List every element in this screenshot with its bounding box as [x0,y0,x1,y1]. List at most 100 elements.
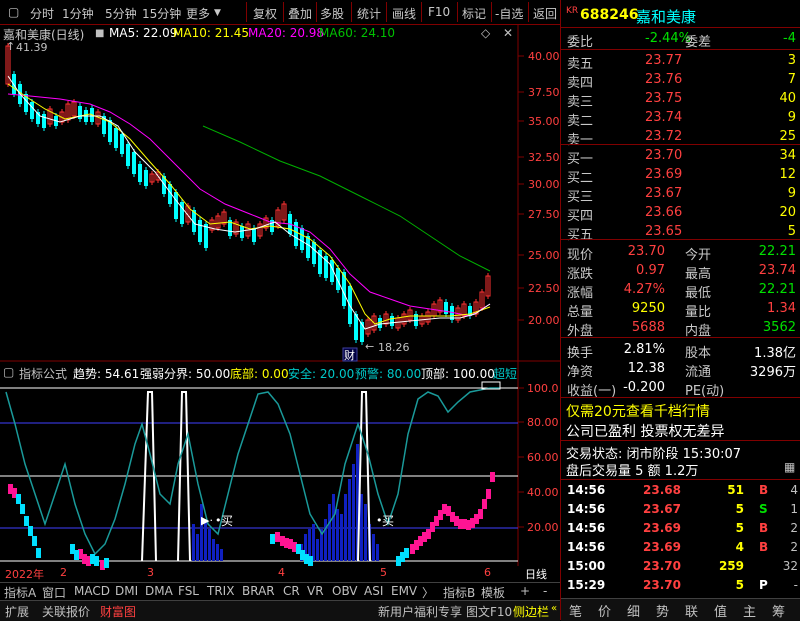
indicator-header: ▢ 指标公式 趋势: 54.61 强弱分界: 50.00 底部: 0.00 安全… [3,365,518,381]
high-arrow-label: ↑ [6,40,15,53]
stat-value: 22.21 [758,244,796,259]
status-bar: 扩展 关联报价 财富图 新用户福利专享 图文F10 侧边栏 « [0,600,560,621]
time-m5: 5 [380,566,387,579]
tb-biaoji[interactable]: 标记 [462,5,486,22]
status-related-quotes[interactable]: 关联报价 [42,603,90,620]
price-tick-label: 40.00 [528,50,560,63]
tab-trix[interactable]: TRIX [207,584,234,600]
tb-tongji[interactable]: 统计 [357,5,381,22]
tb-f10[interactable]: F10 [428,5,450,19]
time-year: 2022年 [5,568,44,581]
tb-5min[interactable]: 5分钟 [105,5,137,22]
quote-tab[interactable]: 细 [627,601,640,620]
stat-value: 0.97 [636,263,665,278]
quote-tab[interactable]: 笔 [569,601,582,620]
promo-link[interactable]: 仅需20元查看千档行情 [566,401,710,421]
weibi-row: 委比 -2.44% 委差 -4 [565,30,800,50]
kline-chart[interactable]: 40.00 37.50 35.00 32.50 30.00 27.50 25.00 22.50… [0,24,560,584]
tab-dmi[interactable]: DMI [115,584,138,600]
status-wealth-chart[interactable]: 财富图 [100,603,136,620]
quote-tab[interactable]: 主 [743,601,756,620]
grid-icon[interactable]: ▦ [784,460,795,474]
tab-scroll-right-icon[interactable]: 〉 [422,584,434,600]
tick-price: 23.69 [643,540,681,554]
sell-row[interactable]: 卖三 23.75 40 [565,90,800,110]
price-tick-label: 20.00 [528,314,560,327]
buy-signal-1-text: 买 [221,514,233,528]
buy-signal-1: ▶· [201,514,213,527]
status-new-user[interactable]: 新用户福利专享 [378,603,462,620]
tab-window[interactable]: 窗口 [42,584,66,600]
divider [561,397,800,398]
tab-dma[interactable]: DMA [145,584,173,600]
quote-tab[interactable]: 价 [598,601,611,620]
tab-indicator-b[interactable]: 指标B [443,584,475,600]
buy-row[interactable]: 买三 23.67 9 [565,185,800,205]
tick-row: 14:56 23.67 5 S 1 [565,501,800,519]
indicator-tick-label: 40.00 [527,486,559,499]
tb-1min[interactable]: 1分钟 [62,5,94,22]
buy-row[interactable]: 买四 23.66 20 [565,204,800,224]
tab-obv[interactable]: OBV [332,584,358,600]
buy-row[interactable]: 买一 23.70 34 [565,147,800,167]
tab-minus[interactable]: - [543,584,547,600]
sell-volume: 25 [779,129,796,144]
tb-fuquan[interactable]: 复权 [253,5,277,22]
tb-more[interactable]: 更多 [186,5,210,22]
high-price-label: 41.39 [16,41,48,54]
tick-price: 23.70 [643,559,681,573]
divider [561,144,800,145]
period-label[interactable]: 日线 [525,566,547,582]
sell-row[interactable]: 卖四 23.76 7 [565,71,800,91]
sell-row[interactable]: 卖五 23.77 3 [565,52,800,72]
tb-huaxian[interactable]: 画线 [392,5,416,22]
quote-tab[interactable]: 势 [656,601,669,620]
tb-zixuan[interactable]: -自选 [495,5,523,22]
tab-brar[interactable]: BRAR [242,584,275,600]
quote-tab[interactable]: 筹 [772,601,785,620]
stat-label: 现价 [567,248,594,263]
status-f10[interactable]: 图文F10 [466,603,512,620]
sell-row[interactable]: 卖二 23.74 9 [565,109,800,129]
tick-price: 23.70 [643,578,681,592]
time-axis: 2022年 2 3 4 5 6 日线 [0,566,560,582]
weicha-label: 委差 [685,35,712,50]
tick-count: 2 [790,540,798,554]
stat2-row: 收益(一) -0.200 PE(动) [565,379,800,399]
tb-15min[interactable]: 15分钟 [142,5,181,22]
tab-macd[interactable]: MACD [74,584,110,600]
indicator-trend-line [5,387,500,556]
status-sidebar[interactable]: 侧边栏 [513,603,549,620]
ma20-line [7,93,491,317]
tab-fsl[interactable]: FSL [178,584,199,600]
tb-duogu[interactable]: 多股 [320,5,344,22]
stat-label: 总量 [567,305,594,320]
tab-plus[interactable]: + [520,584,530,600]
divider [561,479,800,480]
stat2-row: 换手 2.81% 股本 1.38亿 [565,341,800,361]
tab-cr[interactable]: CR [283,584,300,600]
quote-tab[interactable]: 值 [714,601,727,620]
indicator-name[interactable]: 指标公式 [19,365,67,382]
status-extend[interactable]: 扩展 [5,603,29,620]
stat-label: 最低 [685,286,712,301]
tb-fenshi[interactable]: 分时 [30,5,54,22]
quote-tab[interactable]: 联 [685,601,698,620]
stat2-row: 净资 12.38 流通 3296万 [565,360,800,380]
tab-vr[interactable]: VR [307,584,324,600]
tab-indicator-a[interactable]: 指标A [4,584,36,600]
stat2-value: 12.38 [627,361,665,376]
buy-volume: 20 [779,205,796,220]
tb-back[interactable]: 返回 [533,5,557,22]
tab-emv[interactable]: EMV [391,584,417,600]
stat-value: 5688 [631,320,665,335]
sidebar-chevron-icon[interactable]: « [551,603,557,614]
tab-template[interactable]: 模板 [481,584,505,600]
more-dropdown-icon[interactable]: ▼ [214,8,221,18]
indicator-tick-label: 20.00 [527,521,559,534]
buy-row[interactable]: 买二 23.69 12 [565,166,800,186]
tab-asi[interactable]: ASI [364,584,383,600]
tick-volume: 5 [735,521,744,535]
tb-diejia[interactable]: 叠加 [288,5,312,22]
indicator-bottom: 底部: 0.00 [230,367,289,381]
